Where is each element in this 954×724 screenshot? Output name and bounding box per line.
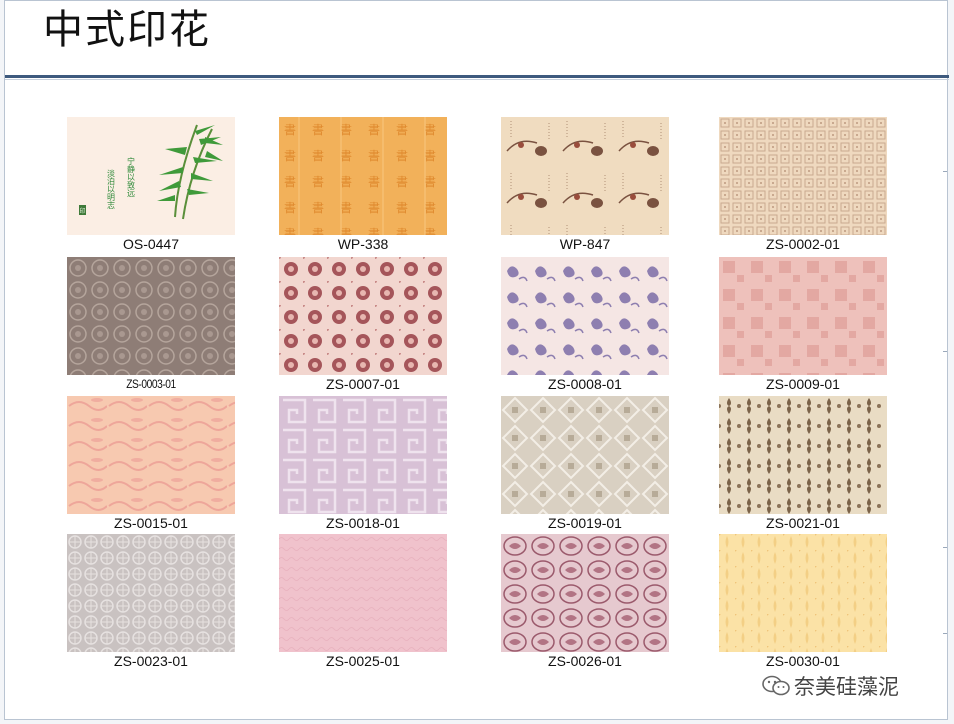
swatch-image: [279, 257, 447, 375]
title-divider: [5, 75, 949, 78]
product-code: WP-847: [559, 236, 611, 252]
tile-zs-0008-01: ZS-0008-01: [501, 257, 669, 391]
product-code: ZS-0007-01: [326, 376, 400, 392]
product-code: OS-0447: [122, 236, 180, 252]
product-code: ZS-0025-01: [326, 653, 400, 669]
product-code: ZS-0015-01: [114, 515, 188, 531]
swatch-image: [719, 257, 887, 375]
swatch-image: [67, 396, 235, 514]
watermark-text: 奈美硅藻泥: [794, 675, 899, 699]
tile-zs-0015-01: ZS-0015-01: [67, 396, 235, 530]
product-code: ZS-0009-01: [766, 376, 840, 392]
swatch-image: [719, 117, 887, 235]
slide: 中式印花 淡泊以明志 宁静以致远 印 OS-0447 WP-338 WP-847…: [4, 0, 949, 720]
swatch-image: [279, 534, 447, 652]
product-code: ZS-0026-01: [548, 653, 622, 669]
wechat-icon: [762, 675, 790, 696]
swatch-image: [501, 396, 669, 514]
tile-wp-338: 書 WP-338: [279, 117, 447, 251]
tile-zs-0003-01: ZS-0003-01: [67, 257, 235, 391]
swatch-image: [279, 396, 447, 514]
product-code: WP-338: [337, 236, 389, 252]
tile-zs-0030-01: ZS-0030-01: [719, 534, 887, 668]
product-code: ZS-0021-01: [766, 515, 840, 531]
tile-zs-0023-01: ZS-0023-01: [67, 534, 235, 668]
product-code: ZS-0008-01: [548, 376, 622, 392]
page-title: 中式印花: [43, 7, 211, 53]
svg-text:印: 印: [80, 208, 86, 215]
title-divider-shadow: [5, 79, 949, 80]
swatch-image: 書: [279, 117, 447, 235]
product-code: ZS-0023-01: [114, 653, 188, 669]
watermark: 奈美硅藻泥: [762, 671, 899, 701]
swatch-image: [501, 534, 669, 652]
svg-text:宁静以致远: 宁静以致远: [127, 156, 136, 198]
swatch-image: [719, 396, 887, 514]
tile-zs-0021-01: ZS-0021-01: [719, 396, 887, 530]
tile-zs-0018-01: ZS-0018-01: [279, 396, 447, 530]
product-code: ZS-0019-01: [548, 515, 622, 531]
product-code: ZS-0003-01: [126, 377, 176, 391]
product-code: ZS-0018-01: [326, 515, 400, 531]
tile-zs-0019-01: ZS-0019-01: [501, 396, 669, 530]
tile-zs-0002-01: ZS-0002-01: [719, 117, 887, 251]
tile-zs-0025-01: ZS-0025-01: [279, 534, 447, 668]
swatch-image: [501, 117, 669, 235]
product-code: ZS-0002-01: [766, 236, 840, 252]
swatch-image: [67, 534, 235, 652]
tile-zs-0007-01: ZS-0007-01: [279, 257, 447, 391]
svg-text:淡泊以明志: 淡泊以明志: [107, 169, 116, 209]
tile-wp-847: WP-847: [501, 117, 669, 251]
swatch-image: 淡泊以明志 宁静以致远 印: [67, 117, 235, 235]
tile-zs-0026-01: ZS-0026-01: [501, 534, 669, 668]
tile-os-0447: 淡泊以明志 宁静以致远 印 OS-0447: [67, 117, 235, 251]
swatch-image: [501, 257, 669, 375]
swatch-image: [67, 257, 235, 375]
tile-zs-0009-01: ZS-0009-01: [719, 257, 887, 391]
product-code: ZS-0030-01: [766, 653, 840, 669]
swatch-image: [719, 534, 887, 652]
